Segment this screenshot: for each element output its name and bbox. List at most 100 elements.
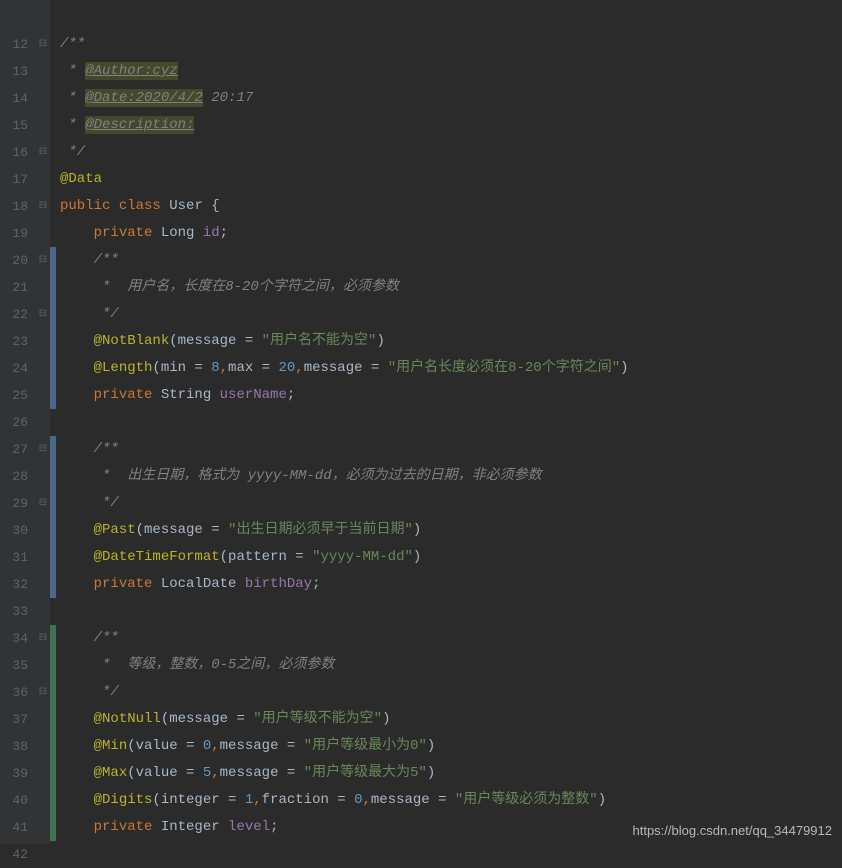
line-number: 38 <box>12 733 28 760</box>
fold-icon <box>36 382 50 409</box>
code-line <box>60 409 842 436</box>
line-number-gutter: 1213141516171819202122232425262728293031… <box>0 0 36 844</box>
line-number: 29 <box>12 490 28 517</box>
fold-column[interactable]: ⊟ ⊟ ⊟ ⊟ ⊟ ⊟ ⊟ ⊟ ⊟ <box>36 0 50 844</box>
code-line: * 等级，整数，0-5之间，必须参数 <box>60 652 842 679</box>
code-line: private LocalDate birthDay; <box>60 571 842 598</box>
line-number: 21 <box>12 274 28 301</box>
fold-icon[interactable]: ⊟ <box>36 139 50 166</box>
line-number: 23 <box>12 328 28 355</box>
line-number: 27 <box>12 436 28 463</box>
code-area[interactable]: /** * @Author:cyz * @Date:2020/4/2 20:17… <box>56 0 842 844</box>
code-line <box>60 598 842 625</box>
fold-icon <box>36 706 50 733</box>
fold-icon[interactable]: ⊟ <box>36 490 50 517</box>
fold-icon <box>36 112 50 139</box>
line-number: 26 <box>12 409 28 436</box>
fold-icon <box>36 652 50 679</box>
code-line: private Long id; <box>60 220 842 247</box>
fold-icon <box>36 220 50 247</box>
fold-icon <box>36 409 50 436</box>
change-marker <box>50 841 56 868</box>
fold-icon <box>36 85 50 112</box>
line-number: 12 <box>12 31 28 58</box>
line-number: 39 <box>12 760 28 787</box>
fold-icon <box>36 733 50 760</box>
fold-icon <box>36 760 50 787</box>
line-number: 15 <box>12 112 28 139</box>
code-editor[interactable]: 1213141516171819202122232425262728293031… <box>0 0 842 844</box>
fold-icon <box>36 328 50 355</box>
fold-icon <box>36 841 50 868</box>
line-number: 24 <box>12 355 28 382</box>
line-number: 30 <box>12 517 28 544</box>
code-line <box>60 4 842 31</box>
fold-icon[interactable]: ⊟ <box>36 31 50 58</box>
fold-icon <box>36 598 50 625</box>
fold-icon <box>36 544 50 571</box>
line-number: 35 <box>12 652 28 679</box>
line-number: 40 <box>12 787 28 814</box>
code-line: */ <box>60 679 842 706</box>
code-line: /** <box>60 247 842 274</box>
fold-icon <box>36 814 50 841</box>
fold-icon[interactable]: ⊟ <box>36 625 50 652</box>
fold-icon <box>36 58 50 85</box>
code-line: @Data <box>60 166 842 193</box>
code-line: @NotNull(message = "用户等级不能为空") <box>60 706 842 733</box>
code-line: @Max(value = 5,message = "用户等级最大为5") <box>60 760 842 787</box>
line-number: 33 <box>12 598 28 625</box>
fold-icon <box>36 355 50 382</box>
code-line: */ <box>60 490 842 517</box>
line-number <box>12 4 28 31</box>
code-line: /** <box>60 436 842 463</box>
code-line: @DateTimeFormat(pattern = "yyyy-MM-dd") <box>60 544 842 571</box>
fold-icon[interactable]: ⊟ <box>36 193 50 220</box>
fold-icon <box>36 463 50 490</box>
code-line: * 出生日期，格式为 yyyy-MM-dd，必须为过去的日期，非必须参数 <box>60 463 842 490</box>
code-line: public class User { <box>60 193 842 220</box>
line-number: 41 <box>12 814 28 841</box>
line-number: 31 <box>12 544 28 571</box>
fold-icon <box>36 274 50 301</box>
line-number: 14 <box>12 85 28 112</box>
code-line: /** <box>60 625 842 652</box>
code-line: */ <box>60 301 842 328</box>
line-number: 32 <box>12 571 28 598</box>
code-line: @NotBlank(message = "用户名不能为空") <box>60 328 842 355</box>
code-line: * @Date:2020/4/2 20:17 <box>60 85 842 112</box>
line-number: 34 <box>12 625 28 652</box>
line-number: 42 <box>12 841 28 868</box>
code-line: @Min(value = 0,message = "用户等级最小为0") <box>60 733 842 760</box>
line-number: 19 <box>12 220 28 247</box>
fold-icon[interactable]: ⊟ <box>36 247 50 274</box>
watermark-text: https://blog.csdn.net/qq_34479912 <box>633 823 833 838</box>
line-number: 28 <box>12 463 28 490</box>
line-number: 22 <box>12 301 28 328</box>
code-line: * 用户名，长度在8-20个字符之间，必须参数 <box>60 274 842 301</box>
fold-icon[interactable]: ⊟ <box>36 679 50 706</box>
line-number: 37 <box>12 706 28 733</box>
fold-icon <box>36 4 50 31</box>
fold-icon <box>36 166 50 193</box>
fold-icon[interactable]: ⊟ <box>36 436 50 463</box>
line-number: 25 <box>12 382 28 409</box>
line-number: 13 <box>12 58 28 85</box>
code-line: /** <box>60 31 842 58</box>
line-number: 18 <box>12 193 28 220</box>
line-number: 17 <box>12 166 28 193</box>
code-line: @Past(message = "出生日期必须早于当前日期") <box>60 517 842 544</box>
code-line: * @Author:cyz <box>60 58 842 85</box>
code-line: @Length(min = 8,max = 20,message = "用户名长… <box>60 355 842 382</box>
line-number: 36 <box>12 679 28 706</box>
code-line <box>60 841 842 868</box>
code-line: private String userName; <box>60 382 842 409</box>
fold-icon <box>36 787 50 814</box>
fold-icon <box>36 571 50 598</box>
code-line: */ <box>60 139 842 166</box>
line-number: 16 <box>12 139 28 166</box>
fold-icon <box>36 517 50 544</box>
fold-icon[interactable]: ⊟ <box>36 301 50 328</box>
line-number: 20 <box>12 247 28 274</box>
code-line: @Digits(integer = 1,fraction = 0,message… <box>60 787 842 814</box>
